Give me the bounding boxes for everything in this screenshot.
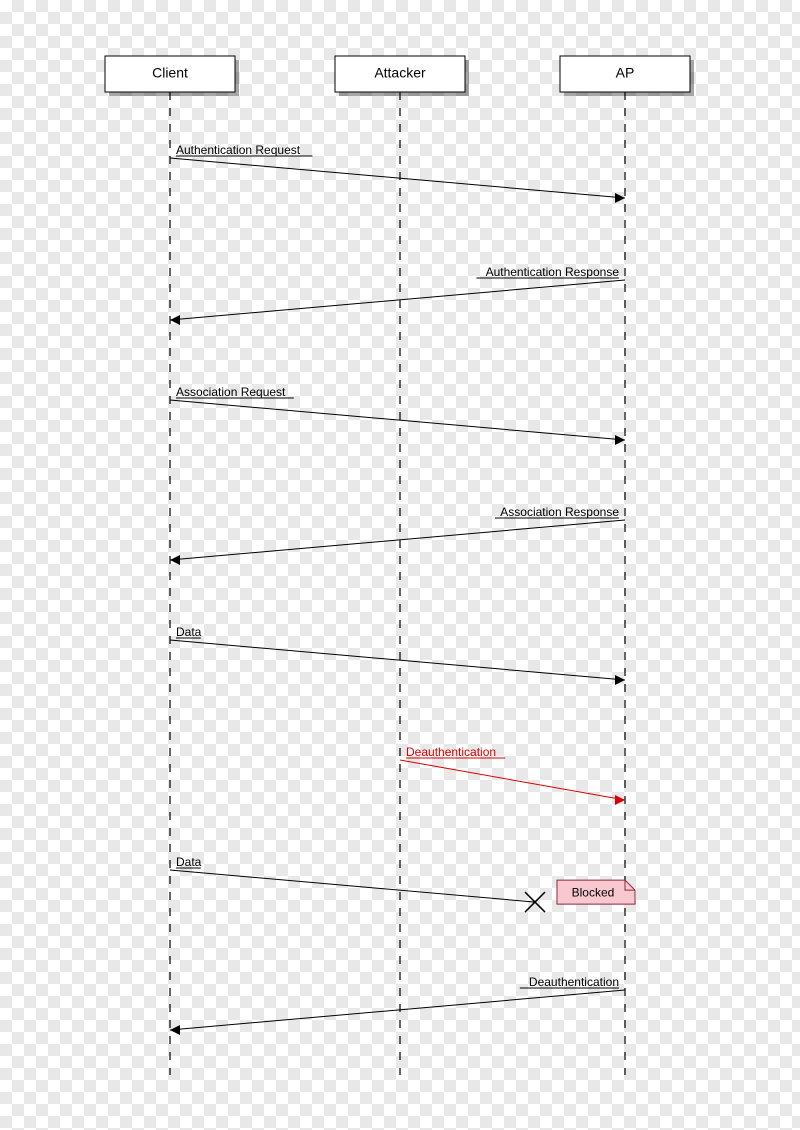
message-label: Data xyxy=(176,625,202,639)
message-label: Association Response xyxy=(500,505,619,519)
sequence-diagram: Client Attacker AP Authentication Request Au… xyxy=(0,0,800,1130)
message-line-1 xyxy=(170,280,625,320)
message-label: Authentication Request xyxy=(176,143,301,157)
message-line-2 xyxy=(170,400,625,440)
message-line-5 xyxy=(400,760,625,800)
arrowhead-icon xyxy=(615,675,625,685)
arrowhead-icon xyxy=(170,555,180,565)
message-label: Association Request xyxy=(176,385,286,399)
message-line-4 xyxy=(170,640,625,680)
participant-label-client: Client xyxy=(152,65,188,81)
message-line-3 xyxy=(170,520,625,560)
message-label: Deauthentication xyxy=(406,745,496,759)
message-label: Authentication Response xyxy=(486,265,620,279)
message-label: Data xyxy=(176,855,202,869)
arrowhead-icon xyxy=(615,795,625,805)
arrowhead-icon xyxy=(170,1025,180,1035)
participant-label-attacker: Attacker xyxy=(374,65,426,81)
message-line-7 xyxy=(170,990,625,1030)
arrowhead-icon xyxy=(615,435,625,445)
arrowhead-icon xyxy=(170,315,180,325)
message-label: Deauthentication xyxy=(529,975,619,989)
note-label: Blocked xyxy=(572,885,615,899)
arrowhead-icon xyxy=(615,193,625,203)
participant-label-ap: AP xyxy=(616,65,635,81)
message-line-6 xyxy=(170,870,535,902)
message-line-0 xyxy=(170,158,625,198)
